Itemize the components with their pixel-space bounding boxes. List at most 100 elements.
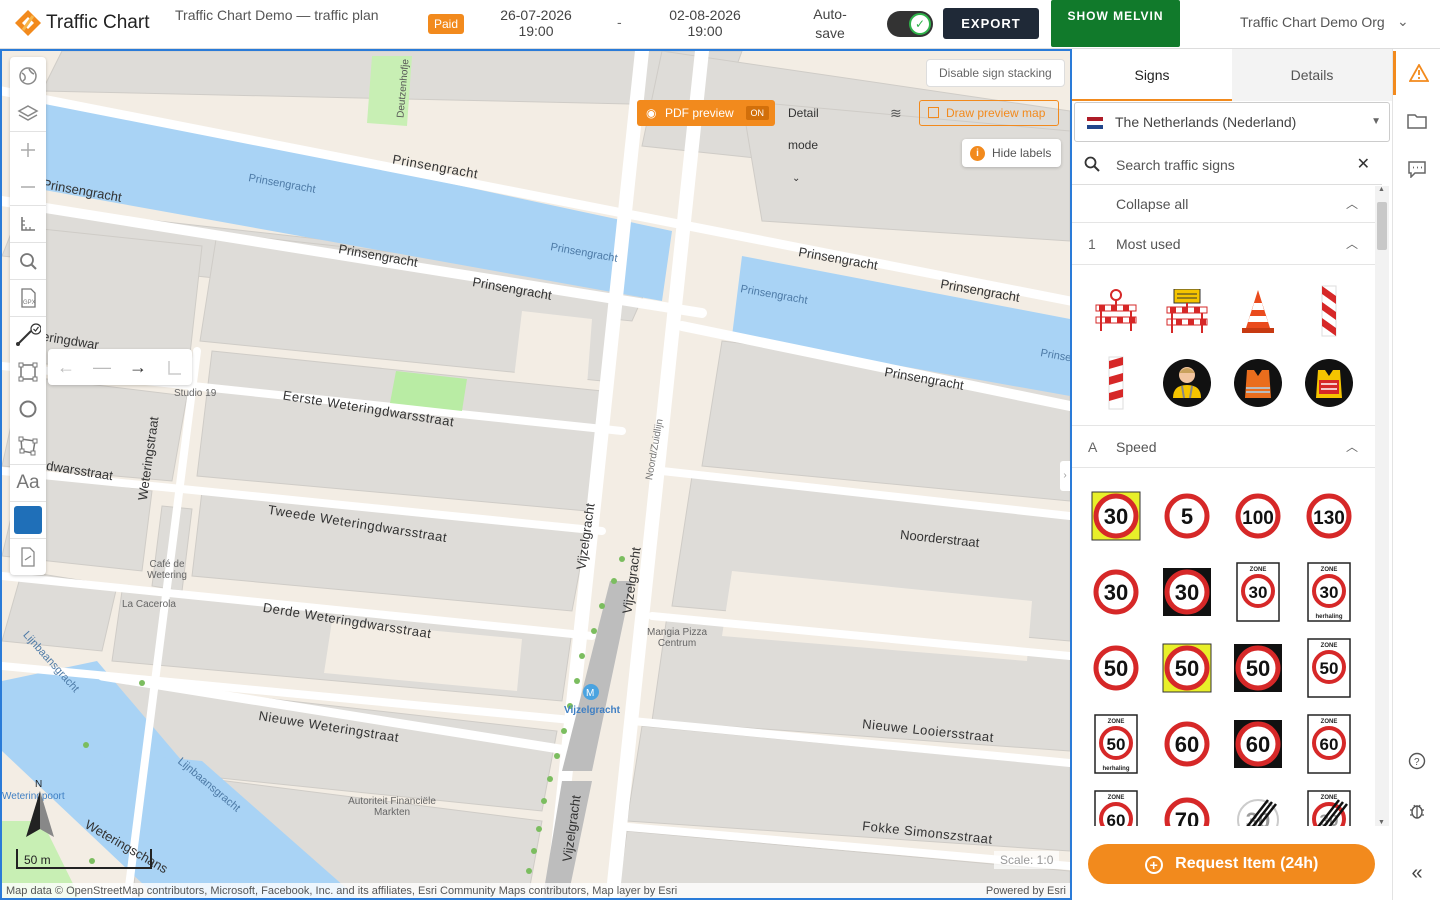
detail-mode-dropdown[interactable]: Detail mode ⌄ — [788, 97, 819, 195]
svg-text:30: 30 — [1174, 580, 1198, 605]
map-attribution: Map data © OpenStreetMap contributors, M… — [2, 883, 1070, 898]
speed-limit-icon: 130 — [1306, 493, 1351, 539]
speed-sign[interactable]: 100 — [1222, 478, 1293, 554]
scrollbar-thumb[interactable] — [1377, 202, 1387, 250]
street-label: Derde Weteringdwarsstraat — [261, 599, 433, 642]
zoom-search-icon[interactable] — [10, 242, 46, 279]
speed-sign[interactable]: 5 — [1151, 478, 1222, 554]
group-speed[interactable]: A Speed ︿ — [1072, 426, 1376, 468]
speed-sign[interactable]: 30 — [1222, 782, 1293, 826]
speed-sign[interactable]: ZONE 60 — [1293, 706, 1364, 782]
speed-sign[interactable]: ZONE 30 herhaling — [1293, 554, 1364, 630]
date-end[interactable]: 02-08-2026 19:00 — [660, 7, 750, 39]
speed-limit-icon: ZONE 30 — [1235, 562, 1280, 622]
speed-sign[interactable]: ZONE30 — [1293, 782, 1364, 826]
striped-post-icon[interactable] — [1293, 275, 1364, 347]
svg-text:ZONE: ZONE — [1320, 643, 1337, 649]
draw-circle-icon[interactable] — [10, 390, 46, 427]
speed-sign[interactable]: ZONE 50 — [1293, 630, 1364, 706]
worker-vest-icon[interactable] — [1151, 347, 1222, 419]
street-label: Lijnbaansgracht — [175, 755, 243, 815]
globe-icon[interactable] — [10, 57, 46, 94]
org-selector[interactable]: Traffic Chart Demo Org — [1240, 14, 1385, 30]
close-icon[interactable]: ✕ — [1357, 145, 1370, 185]
date-start[interactable]: 26-07-2026 19:00 — [491, 7, 581, 39]
ruler-icon[interactable] — [10, 205, 46, 242]
draw-preview-label: Draw preview map — [946, 106, 1046, 120]
svg-text:30: 30 — [1248, 583, 1267, 602]
tab-signs[interactable]: Signs — [1072, 49, 1232, 101]
zoom-out-icon[interactable] — [10, 168, 46, 205]
folder-icon[interactable] — [1393, 99, 1440, 143]
speed-limit-icon: 30 — [1093, 569, 1138, 615]
bug-icon[interactable] — [1393, 789, 1440, 833]
traffic-cone-icon[interactable] — [1222, 275, 1293, 347]
arrow-right-icon[interactable]: → — [120, 349, 156, 386]
speed-sign[interactable]: 60 — [1222, 706, 1293, 782]
speed-sign[interactable]: 30 — [1080, 554, 1151, 630]
speed-sign[interactable]: ZONE30 — [1222, 554, 1293, 630]
powered-by-esri[interactable]: Powered by Esri — [986, 883, 1066, 898]
draw-freeform-icon[interactable] — [10, 427, 46, 464]
speed-sign[interactable]: 50 — [1080, 630, 1151, 706]
autosave-toggle[interactable]: ✓ — [887, 11, 933, 37]
show-melvin-button[interactable]: SHOW MELVIN — [1051, 0, 1180, 47]
barrier-light-icon[interactable] — [1080, 275, 1151, 347]
color-picker[interactable] — [10, 501, 46, 538]
street-label: Prinsengracht — [391, 151, 480, 182]
striped-post-small-icon[interactable] — [1080, 347, 1151, 419]
ruler-icon[interactable] — [156, 349, 192, 386]
disable-sign-stacking-button[interactable]: Disable sign stacking — [926, 59, 1065, 87]
help-icon[interactable]: ? — [1393, 739, 1440, 783]
pdf-preview-button[interactable]: ◉ PDF preview ON — [637, 100, 775, 126]
warning-icon[interactable] — [1393, 51, 1440, 95]
plan-title[interactable]: Traffic Chart Demo — traffic plan — [175, 7, 385, 23]
svg-text:ZONE: ZONE — [1107, 795, 1124, 801]
zoom-in-icon[interactable] — [10, 131, 46, 168]
safety-vest-icon[interactable] — [1222, 347, 1293, 419]
hide-labels-button[interactable]: i Hide labels — [962, 139, 1062, 167]
svg-text:130: 130 — [1313, 508, 1345, 529]
speed-sign[interactable]: 130 — [1293, 478, 1364, 554]
warning-vest-icon[interactable] — [1293, 347, 1364, 419]
tab-details[interactable]: Details — [1232, 49, 1392, 101]
text-tool-icon[interactable]: Aa — [10, 464, 46, 501]
svg-text:30: 30 — [1103, 504, 1127, 529]
comment-icon[interactable] — [1393, 147, 1440, 191]
sign-list-scrollbar[interactable]: ▲ ▼ — [1375, 186, 1389, 826]
document-icon[interactable] — [10, 538, 46, 575]
chevron-down-icon[interactable]: ⌄ — [1397, 13, 1409, 30]
scroll-up-icon[interactable]: ▲ — [1378, 186, 1385, 193]
draw-line-icon[interactable] — [10, 316, 46, 353]
layers-icon[interactable]: ≋ — [890, 97, 902, 129]
speed-sign[interactable]: 50 — [1222, 630, 1293, 706]
layers-icon[interactable] — [10, 94, 46, 131]
arrow-left-icon[interactable]: ← — [48, 349, 84, 386]
draw-polygon-icon[interactable] — [10, 353, 46, 390]
svg-text:ZONE: ZONE — [1320, 719, 1337, 725]
street-label: Prinsengracht — [41, 176, 123, 205]
panel-collapse-handle[interactable]: › — [1060, 461, 1070, 491]
speed-sign[interactable]: ZONE 50 herhaling — [1080, 706, 1151, 782]
speed-sign[interactable]: 50 — [1151, 630, 1222, 706]
group-most-used[interactable]: 1 Most used ︿ — [1072, 223, 1376, 265]
barrier-sign-icon[interactable] — [1151, 275, 1222, 347]
gpx-import-icon[interactable]: GPX — [10, 279, 46, 316]
speed-sign[interactable]: ZONE60herhaling — [1080, 782, 1151, 826]
export-button[interactable]: EXPORT — [943, 8, 1039, 39]
speed-sign[interactable]: 30 — [1080, 478, 1151, 554]
country-select[interactable]: The Netherlands (Nederland) ▼ — [1074, 102, 1390, 142]
map-canvas[interactable]: M Prinsengracht Prinsengracht Prinsengra… — [0, 49, 1072, 900]
speed-sign[interactable]: 70 — [1151, 782, 1222, 826]
collapse-panel-icon[interactable]: « — [1393, 851, 1440, 895]
speed-limit-icon: 70 — [1164, 797, 1209, 826]
draw-preview-map-button[interactable]: Draw preview map — [919, 100, 1059, 126]
most-used-grid — [1072, 265, 1376, 426]
request-item-button[interactable]: + Request Item (24h) — [1088, 844, 1375, 884]
scroll-down-icon[interactable]: ▼ — [1378, 819, 1385, 826]
speed-sign[interactable]: 60 — [1151, 706, 1222, 782]
collapse-all-row[interactable]: Collapse all ︿ — [1072, 186, 1376, 223]
speed-sign[interactable]: 30 — [1151, 554, 1222, 630]
sign-search-input[interactable]: Search traffic signs ✕ — [1072, 145, 1382, 185]
line-dash-icon[interactable]: — — [84, 349, 120, 386]
